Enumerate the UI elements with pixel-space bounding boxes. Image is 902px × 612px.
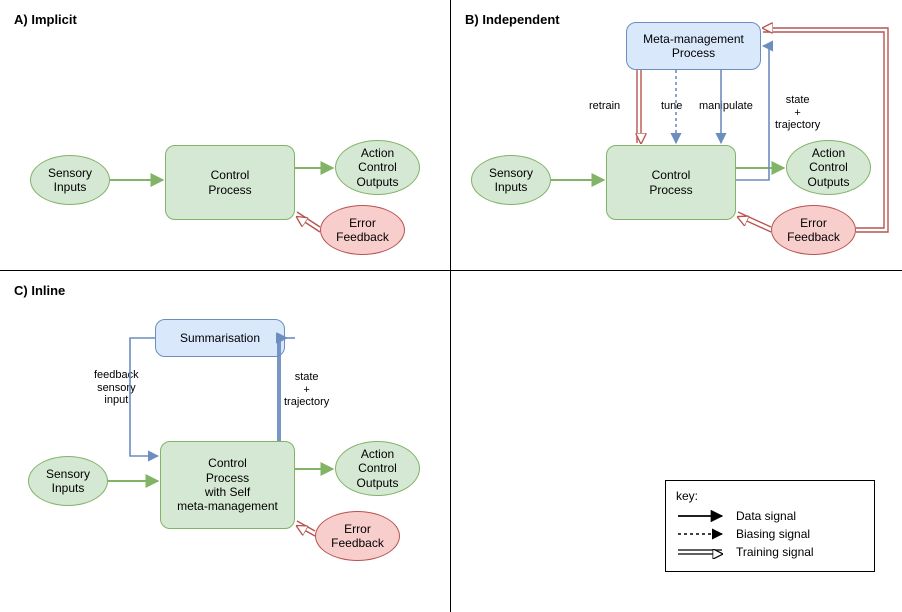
node-action-outputs: Action Control Outputs [335,140,420,195]
legend-row-data: Data signal [676,509,864,523]
node-label: Summarisation [180,331,260,345]
legend-label: Biasing signal [736,527,810,541]
edge-label-tune: tune [661,100,682,113]
edge-label-feedback-sensory: feedback sensory input [94,369,139,407]
legend-box: key: Data signal Biasing signal Training… [665,480,875,572]
node-label: Action Control Outputs [807,146,849,189]
node-label: Control Process [208,168,251,197]
node-label: Error Feedback [787,216,840,245]
legend-label: Data signal [736,509,796,523]
edge-label-retrain: retrain [589,100,620,113]
node-sensory-inputs: Sensory Inputs [471,155,551,205]
panel-c-title: C) Inline [14,283,65,298]
edge-label-state-traj: state + trajectory [775,94,820,132]
edge-label-manipulate: manipulate [699,100,753,113]
node-error-feedback: Error Feedback [315,511,400,561]
legend-row-biasing: Biasing signal [676,527,864,541]
arrow-dashed-icon [676,527,726,541]
node-label: Action Control Outputs [356,146,398,189]
node-label: Control Process [649,168,692,197]
node-action-outputs: Action Control Outputs [335,441,420,496]
panel-b: B) Independent Meta-management Process S… [451,0,902,270]
panel-b-title: B) Independent [465,12,560,27]
node-control-process: Control Process [606,145,736,220]
node-label: Sensory Inputs [48,166,92,195]
node-label: Error Feedback [336,216,389,245]
legend-heading: key: [676,489,864,503]
node-action-outputs: Action Control Outputs [786,140,871,195]
node-sensory-inputs: Sensory Inputs [30,155,110,205]
panel-a-title: A) Implicit [14,12,77,27]
node-label: Sensory Inputs [46,467,90,496]
node-meta-management: Meta-management Process [626,22,761,70]
node-label: Meta-management Process [643,32,744,61]
node-summarisation: Summarisation [155,319,285,357]
arrow-double-icon [676,545,726,559]
edge-label-state-traj: state + trajectory [284,371,329,409]
node-control-process: Control Process [165,145,295,220]
node-sensory-inputs: Sensory Inputs [28,456,108,506]
node-label: Action Control Outputs [356,447,398,490]
node-label: Error Feedback [331,522,384,551]
node-error-feedback: Error Feedback [320,205,405,255]
legend-row-training: Training signal [676,545,864,559]
panel-c: C) Inline Summarisation Sensory Inputs C… [0,271,450,612]
node-control-process-self: Control Process with Self meta-managemen… [160,441,295,529]
node-label: Sensory Inputs [489,166,533,195]
arrow-solid-icon [676,509,726,523]
legend-label: Training signal [736,545,814,559]
node-label: Control Process with Self meta-managemen… [177,456,278,514]
panel-a: A) Implicit Sensory Inputs Control Proce… [0,0,450,270]
node-error-feedback: Error Feedback [771,205,856,255]
